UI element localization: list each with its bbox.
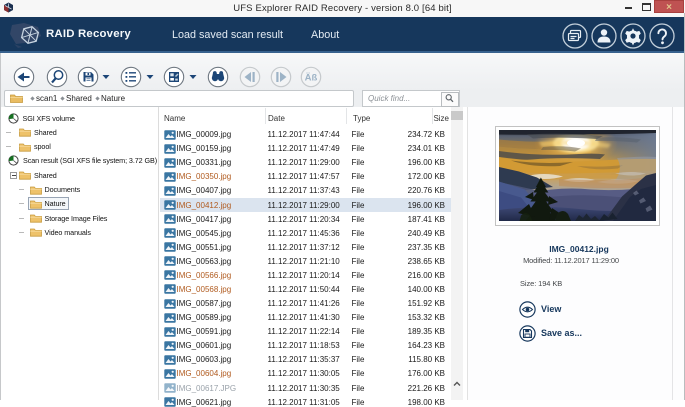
svg-text:Äß: Äß: [305, 73, 318, 84]
